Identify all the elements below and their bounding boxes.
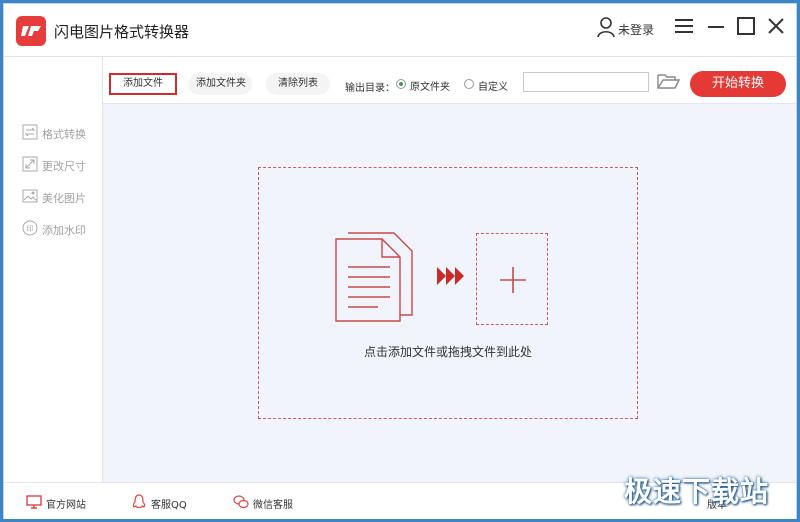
toolbar: 添加文件 添加文件夹 清除列表 输出目录： 原文件夹 自定义 开始转换 [103,57,796,104]
drop-hint-text: 点击添加文件或拖拽文件到此处 [363,345,532,359]
qq-icon [132,494,146,509]
app-title: 闪电图片格式转换器 [54,23,190,41]
hamburger-icon [675,19,693,33]
title-bar: 闪电图片格式转换器 未登录 [4,4,796,57]
wechat-icon [233,495,249,509]
site-watermark: 极速下载站 [624,475,770,508]
output-dir-label: 输出目录： [345,83,395,94]
add-file-box[interactable] [476,233,548,325]
menu-button[interactable] [672,14,696,38]
monitor-icon [26,495,42,509]
sidebar-item-resize[interactable]: 更改尺寸 [22,156,102,174]
add-file-button[interactable]: 添加文件 [109,73,177,95]
login-label: 未登录 [618,23,655,37]
sidebar-item-beautify[interactable]: 美化图片 [22,188,102,206]
app-window: 闪电图片格式转换器 未登录 格式转换 更改尺寸 美化图片 印 添加水印 添加文件… [3,3,797,519]
sidebar: 格式转换 更改尺寸 美化图片 印 添加水印 [4,57,103,482]
arrows-right-icon [437,267,464,285]
app-logo-icon [16,16,46,46]
start-convert-button[interactable]: 开始转换 [690,71,786,97]
sidebar-item-label: 添加水印 [42,224,86,237]
minimize-icon [708,26,724,28]
user-icon [597,17,615,38]
sidebar-item-label: 格式转换 [42,128,86,141]
sidebar-item-watermark[interactable]: 印 添加水印 [22,220,102,238]
sidebar-item-label: 美化图片 [42,192,86,205]
resize-icon [22,156,38,172]
drop-zone[interactable]: 点击添加文件或拖拽文件到此处 [258,167,638,419]
radio-custom[interactable] [464,79,474,89]
swap-icon [22,124,38,140]
qq-support-label: 客服QQ [151,500,187,511]
documents-icon [335,232,413,322]
close-button[interactable] [764,14,788,38]
folder-open-icon [657,74,681,89]
maximize-button[interactable] [734,14,758,38]
add-folder-button[interactable]: 添加文件夹 [188,73,252,95]
close-icon [768,18,784,34]
main-area: 点击添加文件或拖拽文件到此处 [103,104,796,482]
sidebar-item-format-convert[interactable]: 格式转换 [22,124,102,142]
maximize-icon [737,17,755,35]
clear-list-button[interactable]: 清除列表 [266,73,330,95]
official-site-label: 官方网站 [46,500,86,511]
wechat-support-label: 微信客服 [253,500,293,511]
radio-original-label: 原文件夹 [410,82,450,93]
image-icon [22,189,38,203]
stamp-icon: 印 [22,220,38,236]
radio-original-folder[interactable] [396,79,406,89]
radio-custom-label: 自定义 [478,82,508,93]
browse-folder-button[interactable] [656,71,681,95]
plus-icon [500,267,526,293]
minimize-button[interactable] [704,14,728,38]
output-path-input[interactable] [523,72,649,92]
svg-text:印: 印 [27,225,34,233]
sidebar-item-label: 更改尺寸 [42,160,86,173]
